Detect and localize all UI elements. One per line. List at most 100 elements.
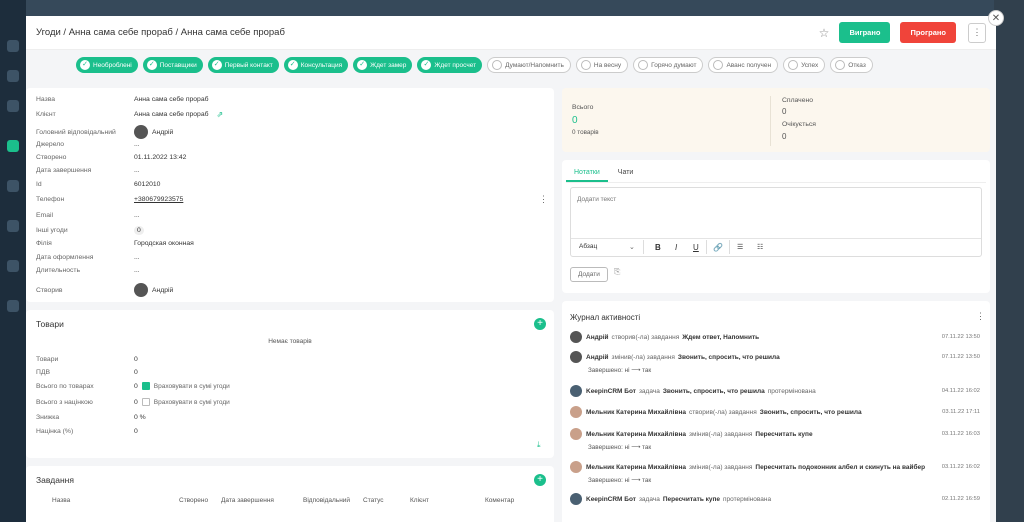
goods-label: Націнка (%) <box>36 428 74 435</box>
chevron-down-icon[interactable]: ⌄ <box>629 243 635 251</box>
phone-menu-icon[interactable]: ⋮ <box>539 194 548 205</box>
toolbar-sep <box>729 240 730 254</box>
activity-author[interactable]: Андрій <box>586 334 609 341</box>
info-label: Джерело <box>36 141 65 148</box>
pipeline-stage[interactable]: ✓ Поставщики <box>142 57 203 73</box>
info-label: Створив <box>36 286 63 294</box>
info-label: Телефон <box>36 196 65 203</box>
info-value-text: 0 <box>137 227 141 234</box>
format-select[interactable]: Абзац <box>579 243 597 250</box>
activity-change: Завершено: ні ⟶ так <box>588 367 652 374</box>
avatar <box>134 283 148 297</box>
pipeline-stage[interactable]: ✓ Необроблені <box>76 57 138 73</box>
note-placeholder: Додати текст <box>577 196 617 203</box>
activity-author[interactable]: Мельник Катерина Михайлівна <box>586 431 686 438</box>
activity-menu-icon[interactable]: ⋮ <box>976 311 985 322</box>
star-icon[interactable]: ☆ <box>819 26 830 40</box>
activity-author[interactable]: Мельник Катерина Михайлівна <box>586 464 686 471</box>
pipeline-stage-label: Горячо думают <box>651 61 697 69</box>
tab-chats[interactable]: Чати <box>610 165 642 180</box>
bold-button[interactable]: B <box>655 243 661 252</box>
activity-subject[interactable]: Пересчитать купе <box>663 496 720 503</box>
pipeline-stage[interactable]: ✓Думают/Напомнить <box>487 57 571 73</box>
avatar <box>134 125 148 139</box>
activity-subject[interactable]: Ждем ответ, Напомнить <box>682 334 759 341</box>
ordered-list-icon[interactable]: ☰ <box>737 243 743 251</box>
avatar <box>570 461 582 473</box>
goods-label: ПДВ <box>36 369 51 376</box>
info-value-text: ... <box>134 267 140 274</box>
deal-info-card: Назва Анна сама себе прораб Клієнт Анна сам… <box>26 88 554 302</box>
checkbox-label: Враховувати в сумі угоди <box>153 398 230 406</box>
pipeline-stage[interactable]: ✓Отказ <box>830 57 873 73</box>
info-value: Анна сама себе прораб <box>134 96 209 103</box>
underline-button[interactable]: U <box>693 243 699 252</box>
activity-item: Андрій змінив(-ла) завдання Звонить, спрос… <box>570 351 980 374</box>
activity-action: змінив(-ла) завдання <box>689 463 753 471</box>
pipeline-stage-label: На весну <box>593 61 622 69</box>
activity-subject[interactable]: Звонить, спросить, что решила <box>663 388 765 395</box>
activity-author[interactable]: Андрій <box>586 354 609 361</box>
info-value[interactable]: Анна сама себе прораб <box>134 111 209 118</box>
activity-subject[interactable]: Звонить, спросить, что решила <box>678 354 780 361</box>
info-label: Клієнт <box>36 111 56 118</box>
activity-tail: протермінована <box>767 387 816 395</box>
info-value-text: ... <box>134 254 140 261</box>
close-icon[interactable]: ✕ <box>988 10 1004 26</box>
pipeline-stage[interactable]: ✓ Первый контакт <box>207 57 279 73</box>
check-icon: ✓ <box>357 60 368 70</box>
add-task-button[interactable]: + <box>534 474 546 486</box>
info-label: Створено <box>36 154 67 161</box>
modal-header: Угоди / Анна сама себе прораб / Анна сам… <box>26 16 996 50</box>
goods-empty-text: Немає товарів <box>268 338 312 345</box>
attach-icon[interactable]: ⎘ <box>614 267 620 277</box>
avatar <box>570 331 582 343</box>
check-icon: ✓ <box>421 60 432 70</box>
add-note-button[interactable]: Додати <box>570 267 608 282</box>
activity-line: Мельник Катерина Михайлівна змінив(-ла) з… <box>570 428 980 440</box>
pipeline-stage[interactable]: ✓ Ждет просчет <box>417 57 483 73</box>
info-label: Id <box>36 181 42 188</box>
pipeline-stage-label: Консультация <box>300 61 343 69</box>
include-in-total-checkbox[interactable] <box>141 398 150 406</box>
activity-author[interactable]: KeepinCRM Бот <box>586 496 636 503</box>
pipeline-stage[interactable]: ✓ Консультация <box>283 57 349 73</box>
lost-button[interactable]: Програно <box>900 22 956 43</box>
check-icon: ✓ <box>713 60 724 70</box>
summary-card: Всього 0 0 товарів Сплачено 0 Очікується… <box>562 88 990 152</box>
activity-subject[interactable]: Пересчитать купе <box>755 431 812 438</box>
activity-author[interactable]: KeepinCRM Бот <box>586 388 636 395</box>
info-value: ... <box>134 267 140 274</box>
italic-button[interactable]: I <box>675 243 677 252</box>
goods-label: Знижка <box>36 414 60 421</box>
app-sidebar-backdrop <box>0 0 26 522</box>
include-in-total-checkbox[interactable] <box>141 382 150 390</box>
activity-subject[interactable]: Пересчитать подоконник албел и скинуть н… <box>755 464 925 471</box>
external-link-icon[interactable]: ⇗ <box>217 110 224 119</box>
bullet-list-icon[interactable]: ☷ <box>757 243 763 251</box>
check-icon: ✓ <box>80 60 90 70</box>
info-value[interactable]: +380679923575 <box>134 196 183 203</box>
pipeline-stage[interactable]: ✓На весну <box>575 57 629 73</box>
activity-author[interactable]: Мельник Катерина Михайлівна <box>586 409 686 416</box>
pipeline-stage[interactable]: ✓ Ждет замер <box>353 57 413 73</box>
tab-notes[interactable]: Нотатки <box>566 165 608 182</box>
won-button[interactable]: Виграно <box>839 22 891 43</box>
activity-subject[interactable]: Звонить, спросить, что решила <box>760 409 862 416</box>
avatar <box>570 406 582 418</box>
goods-label: Всього по товарах <box>36 382 94 390</box>
info-value: 0 <box>134 226 144 235</box>
pipeline-stage[interactable]: ✓Горячо думают <box>633 57 704 73</box>
info-value-text: Анна сама себе прораб <box>134 111 209 118</box>
total-value: 0 <box>572 115 578 126</box>
more-menu-button[interactable]: ⋮ <box>968 22 986 43</box>
download-icon[interactable]: ⤓ <box>537 440 541 450</box>
add-goods-button[interactable]: + <box>534 318 546 330</box>
info-value: Андрій <box>134 125 173 139</box>
link-icon[interactable]: 🔗 <box>713 243 723 252</box>
pipeline-stage[interactable]: ✓Аванс получен <box>708 57 779 73</box>
goods-value: 0 <box>134 369 138 376</box>
note-editor[interactable]: Додати текст Абзац ⌄ B I U 🔗 ☰ ☷ <box>570 187 982 257</box>
activity-title: Журнал активності <box>570 313 641 322</box>
pipeline-stage[interactable]: ✓Успех <box>783 57 826 73</box>
